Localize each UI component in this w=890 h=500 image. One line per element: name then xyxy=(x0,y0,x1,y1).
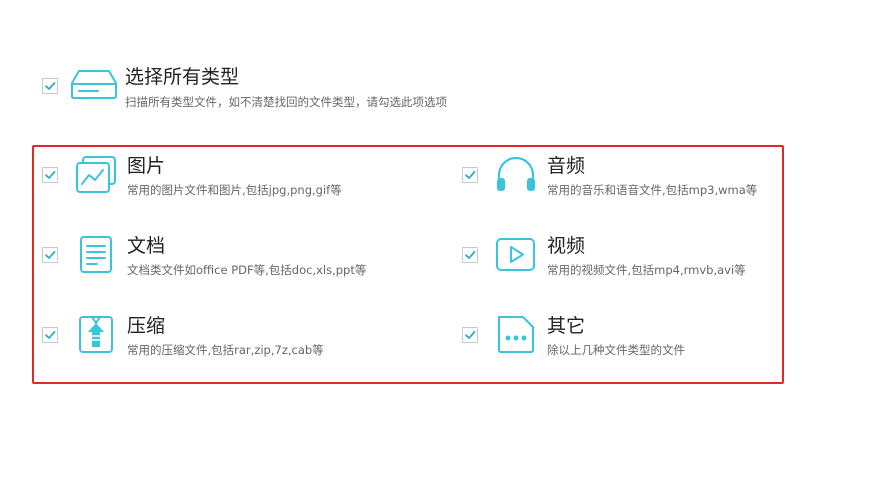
picture-checkbox[interactable] xyxy=(42,167,58,183)
document-icon xyxy=(80,236,112,273)
type-row-document[interactable]: 文档 文档类文件如office PDF等,包括doc,xls,ppt等 xyxy=(42,235,366,277)
type-row-audio[interactable]: 音频 常用的音乐和语音文件,包括mp3,wma等 xyxy=(462,155,757,197)
audio-description: 常用的音乐和语音文件,包括mp3,wma等 xyxy=(547,183,758,197)
archive-description: 常用的压缩文件,包括rar,zip,7z,cab等 xyxy=(127,343,324,357)
picture-description: 常用的图片文件和图片,包括jpg,png,gif等 xyxy=(127,183,342,197)
select-all-checkbox[interactable] xyxy=(42,78,58,94)
type-row-video[interactable]: 视频 常用的视频文件,包括mp4,rmvb,avi等 xyxy=(462,235,746,277)
type-row-archive[interactable]: 压缩 常用的压缩文件,包括rar,zip,7z,cab等 xyxy=(42,315,324,357)
picture-title: 图片 xyxy=(127,155,166,177)
select-all-title: 选择所有类型 xyxy=(125,66,240,88)
video-checkbox[interactable] xyxy=(462,247,478,263)
more-file-icon xyxy=(498,316,534,353)
audio-checkbox[interactable] xyxy=(462,167,478,183)
checkmark-icon xyxy=(45,331,56,339)
checkmark-icon xyxy=(45,82,56,90)
other-checkbox[interactable] xyxy=(462,327,478,343)
picture-icon xyxy=(76,156,116,193)
archive-checkbox[interactable] xyxy=(42,327,58,343)
document-title: 文档 xyxy=(127,235,166,257)
other-description: 除以上几种文件类型的文件 xyxy=(547,343,685,357)
document-description: 文档类文件如office PDF等,包括doc,xls,ppt等 xyxy=(127,263,367,277)
select-all-row[interactable]: 选择所有类型 扫描所有类型文件，如不清楚找回的文件类型，请勾选此项选项 xyxy=(42,66,447,109)
zip-archive-icon xyxy=(79,316,113,353)
disk-drive-icon xyxy=(71,70,117,99)
other-title: 其它 xyxy=(547,315,586,337)
type-row-other[interactable]: 其它 除以上几种文件类型的文件 xyxy=(462,315,685,357)
checkmark-icon xyxy=(465,331,476,339)
audio-title: 音频 xyxy=(547,155,586,177)
checkmark-icon xyxy=(45,171,56,179)
document-checkbox[interactable] xyxy=(42,247,58,263)
headphones-icon xyxy=(497,156,535,191)
checkmark-icon xyxy=(465,171,476,179)
video-title: 视频 xyxy=(547,235,586,257)
type-row-picture[interactable]: 图片 常用的图片文件和图片,包括jpg,png,gif等 xyxy=(42,155,342,197)
checkmark-icon xyxy=(465,251,476,259)
archive-title: 压缩 xyxy=(127,315,166,337)
video-description: 常用的视频文件,包括mp4,rmvb,avi等 xyxy=(547,263,746,277)
checkmark-icon xyxy=(45,251,56,259)
select-all-description: 扫描所有类型文件，如不清楚找回的文件类型，请勾选此项选项 xyxy=(125,95,447,109)
play-icon xyxy=(496,238,535,271)
